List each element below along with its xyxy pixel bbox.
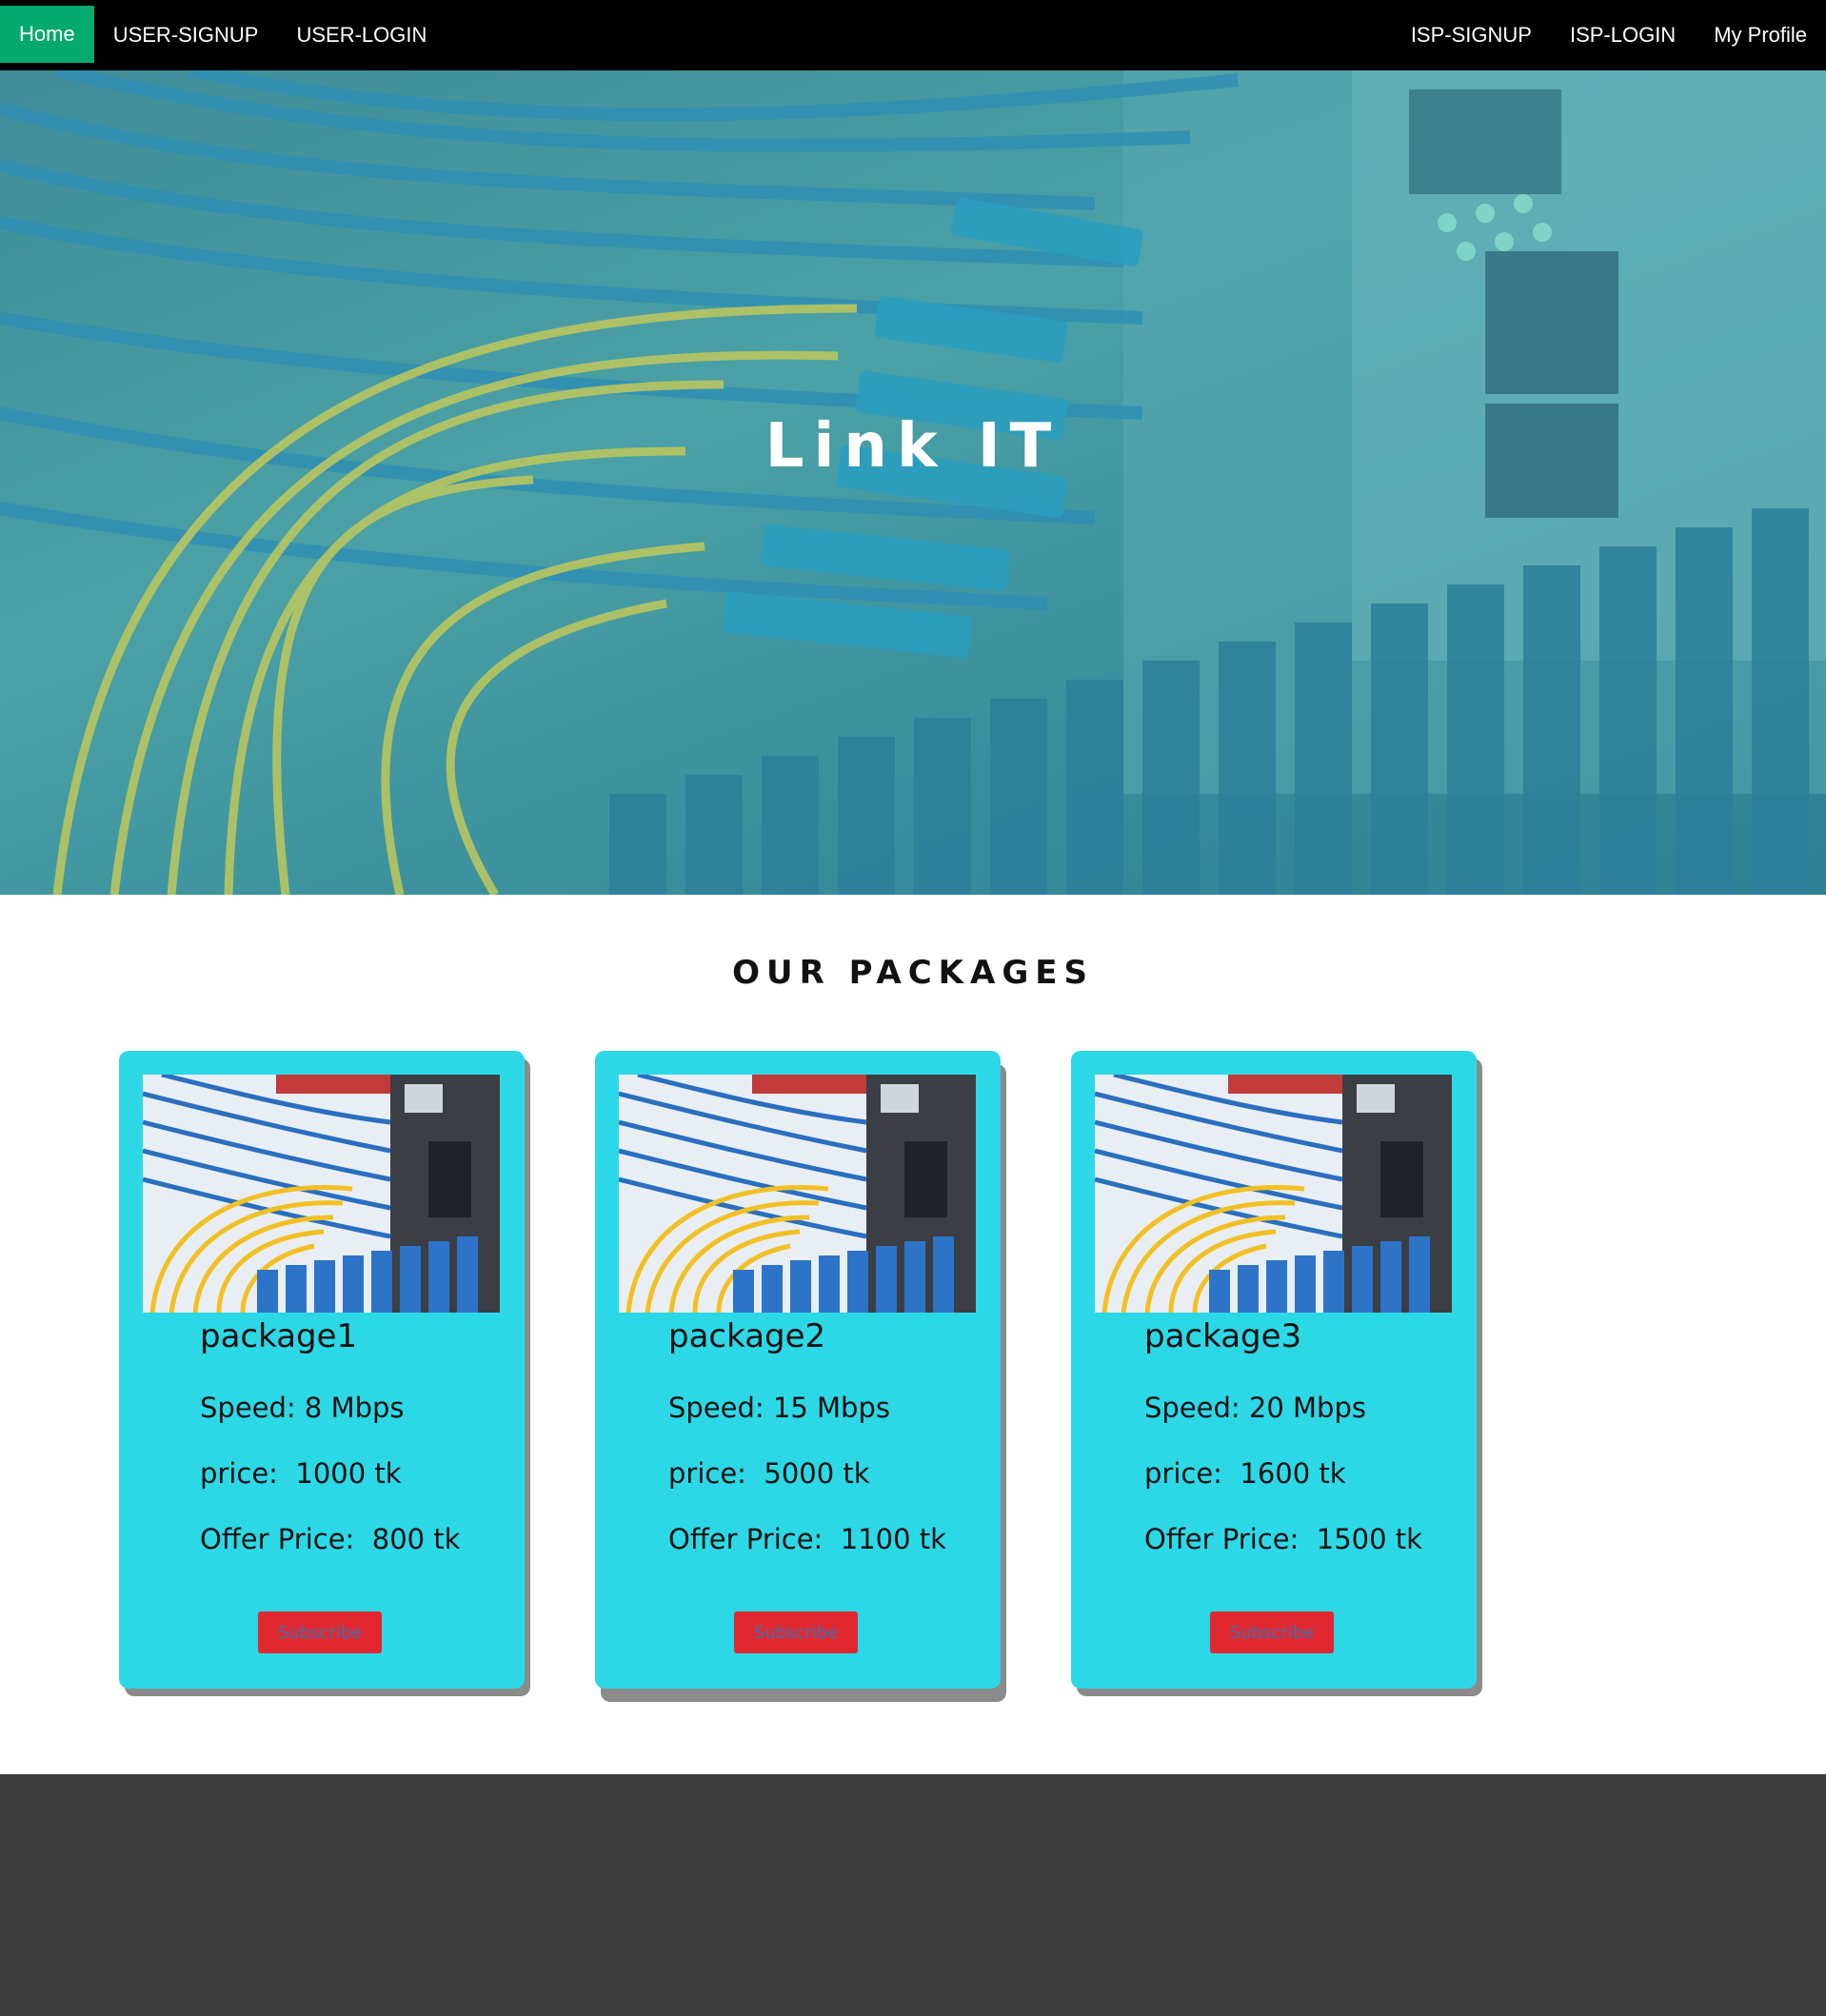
package-speed: Speed: 8 Mbps (200, 1392, 405, 1424)
package-offer-price: Offer Price: 1500 tk (1144, 1523, 1422, 1555)
nav-my-profile-link[interactable]: My Profile (1695, 0, 1826, 70)
subscribe-button[interactable]: Subscribe (1210, 1611, 1334, 1653)
nav-isp-signup-link[interactable]: ISP-SIGNUP (1392, 0, 1551, 70)
nav-user-login-link[interactable]: USER-LOGIN (277, 0, 446, 70)
hero-banner: Link IT (0, 70, 1826, 895)
package-name: package1 (200, 1317, 358, 1355)
nav-right-group: ISP-SIGNUP ISP-LOGIN My Profile (1392, 0, 1826, 70)
subscribe-button[interactable]: Subscribe (734, 1611, 858, 1653)
package-price: price: 1000 tk (200, 1457, 402, 1490)
package-price: price: 5000 tk (668, 1457, 870, 1490)
top-navbar: Home USER-SIGNUP USER-LOGIN ISP-SIGNUP I… (0, 0, 1826, 70)
package-name: package2 (668, 1317, 826, 1355)
packages-section-title: OUR PACKAGES (732, 954, 1094, 992)
nav-isp-login-link[interactable]: ISP-LOGIN (1551, 0, 1695, 70)
package-image (143, 1075, 500, 1313)
package-card-3: package3 Speed: 20 Mbps price: 1600 tk O… (1071, 1051, 1477, 1689)
package-name: package3 (1144, 1317, 1302, 1355)
subscribe-button[interactable]: Subscribe (258, 1611, 382, 1653)
package-card-1: package1 Speed: 8 Mbps price: 1000 tk Of… (119, 1051, 525, 1689)
package-offer-price: Offer Price: 1100 tk (668, 1523, 946, 1555)
nav-home-link[interactable]: Home (0, 6, 94, 63)
package-speed: Speed: 20 Mbps (1144, 1392, 1366, 1424)
package-image (619, 1075, 976, 1313)
package-price: price: 1600 tk (1144, 1457, 1346, 1490)
hero-network-cables-image (0, 70, 1826, 895)
package-card-2: package2 Speed: 15 Mbps price: 5000 tk O… (595, 1051, 1001, 1689)
nav-left-group: Home USER-SIGNUP USER-LOGIN (0, 0, 446, 70)
hero-title: Link IT (764, 411, 1062, 482)
package-image (1095, 1075, 1452, 1313)
package-speed: Speed: 15 Mbps (668, 1392, 890, 1424)
package-offer-price: Offer Price: 800 tk (200, 1523, 461, 1555)
page-footer (0, 1774, 1826, 2016)
nav-user-signup-link[interactable]: USER-SIGNUP (94, 0, 278, 70)
